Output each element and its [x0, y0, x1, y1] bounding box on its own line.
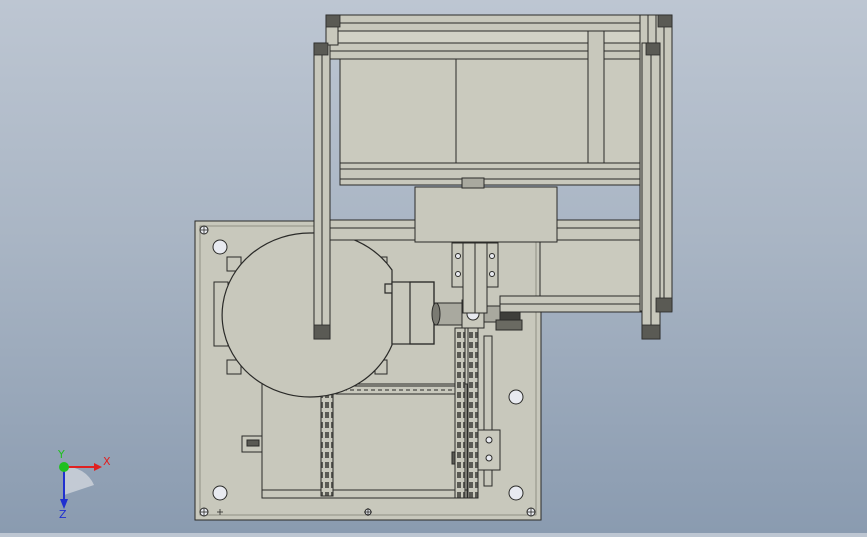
cad-viewport[interactable] — [0, 0, 867, 533]
x-axis-arrow — [94, 463, 102, 471]
assembly-drawing — [194, 14, 673, 521]
coordinate-triad: X Y Z — [48, 448, 128, 525]
z-axis-label: Z — [59, 508, 67, 521]
y-axis-label: Y — [58, 448, 65, 461]
y-axis-dot — [59, 462, 69, 472]
lower-enclosure — [261, 383, 468, 499]
x-axis-label: X — [103, 455, 111, 468]
